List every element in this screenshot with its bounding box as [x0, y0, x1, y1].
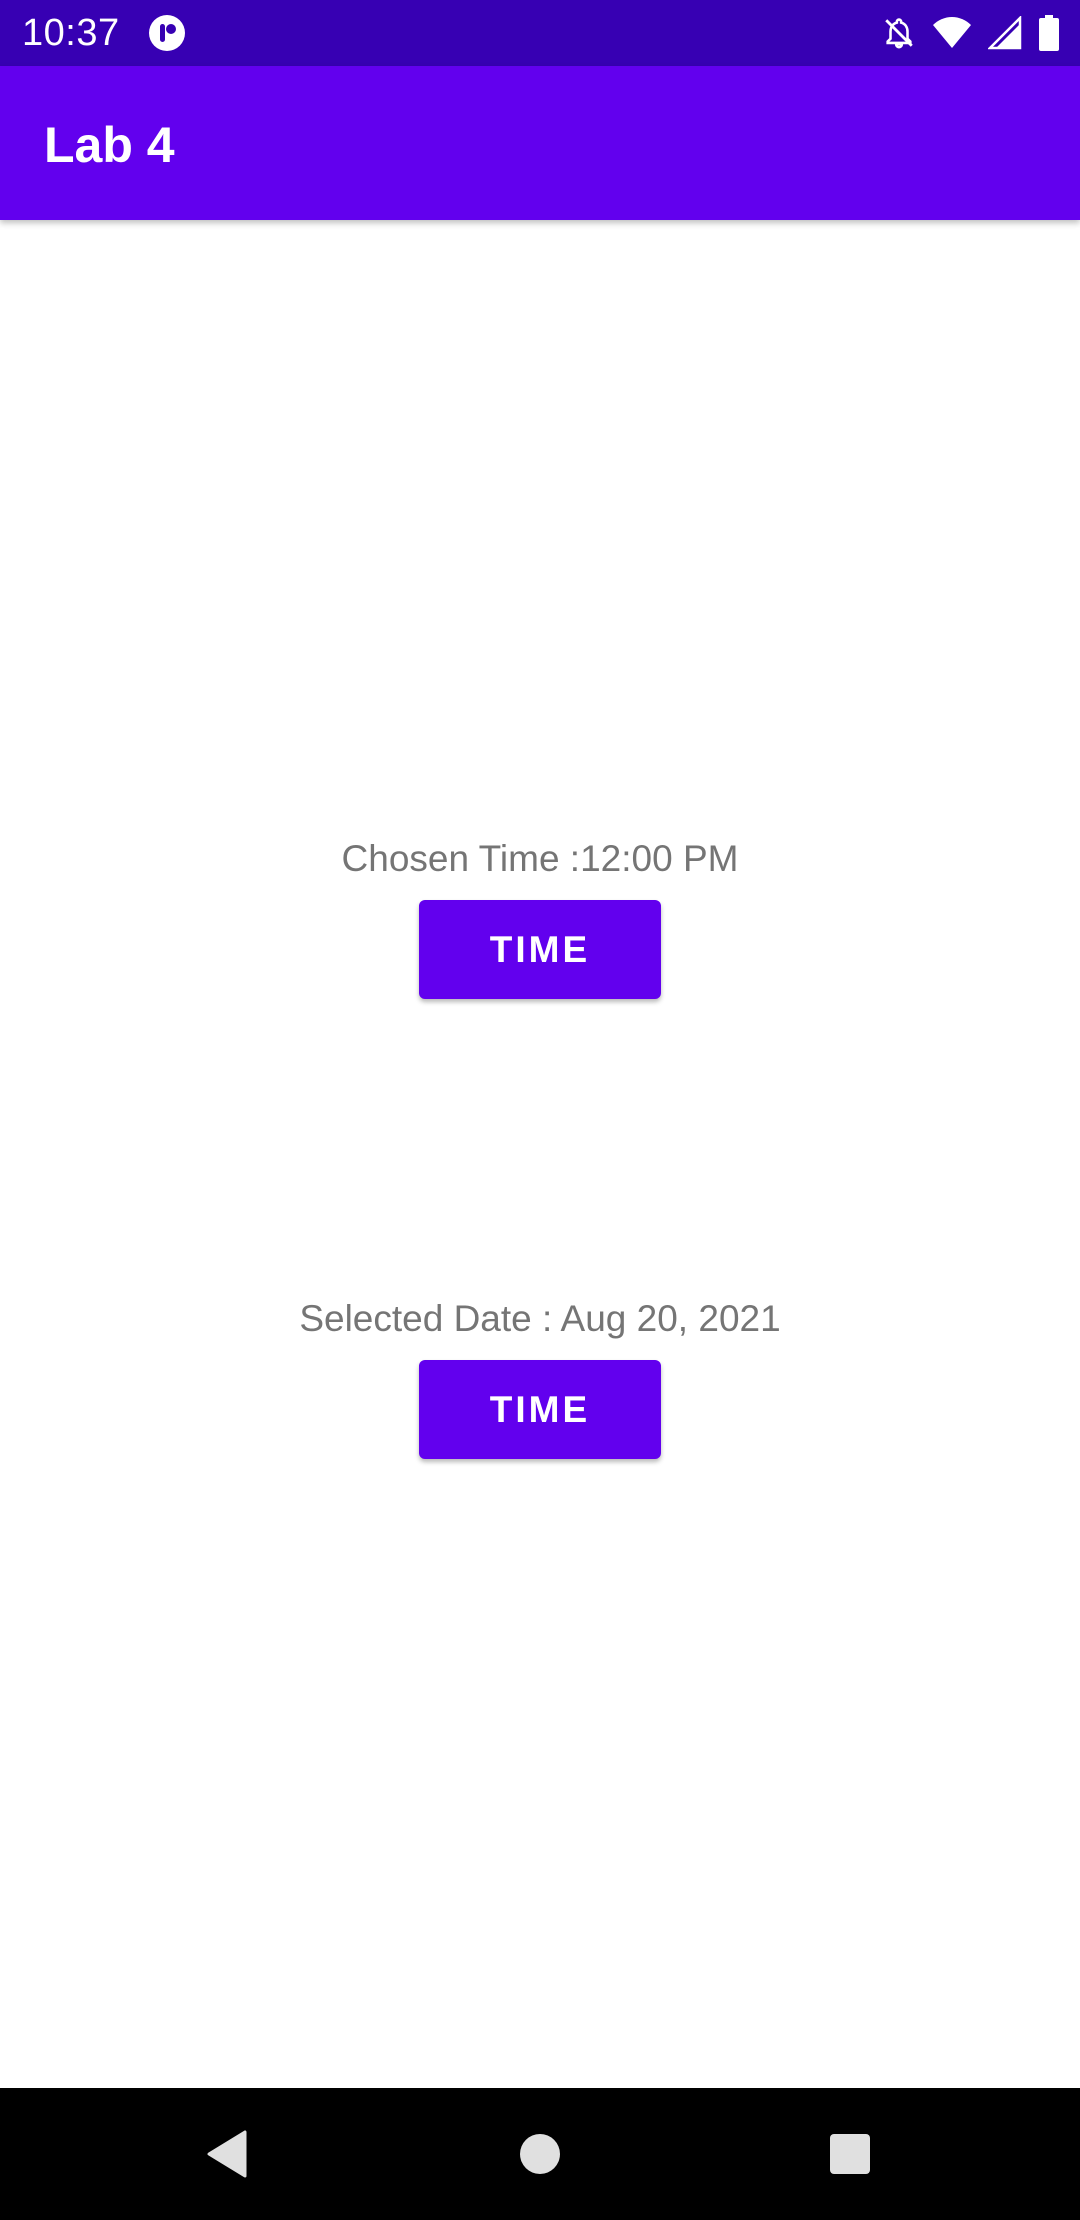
status-bar: 10:37	[0, 0, 1080, 66]
screen: 10:37 Lab 4 Chosen Time:12:00 PM TIME S…	[0, 0, 1080, 2220]
time-button[interactable]: TIME	[419, 900, 661, 999]
date-button[interactable]: TIME	[419, 1360, 661, 1459]
chosen-time-label: Chosen Time :12:00 PM	[341, 838, 739, 879]
app-title: Lab 4	[44, 117, 175, 173]
status-time: 10:37	[22, 12, 120, 54]
back-icon	[207, 2130, 247, 2178]
navigation-bar	[0, 2088, 1080, 2220]
battery-icon	[1038, 15, 1060, 51]
selected-date-label: Selected Date : Aug 20, 2021	[299, 1298, 781, 1339]
recents-button[interactable]	[790, 2088, 910, 2220]
app-notification-icon	[148, 14, 186, 52]
notifications-off-icon	[882, 16, 916, 50]
cell-signal-icon	[988, 16, 1022, 50]
status-icons	[882, 12, 1060, 54]
recents-icon	[830, 2134, 870, 2174]
wifi-icon	[932, 16, 972, 50]
app-bar: Lab 4	[0, 66, 1080, 220]
back-button[interactable]	[167, 2088, 287, 2220]
home-icon	[520, 2134, 560, 2174]
home-button[interactable]	[480, 2088, 600, 2220]
